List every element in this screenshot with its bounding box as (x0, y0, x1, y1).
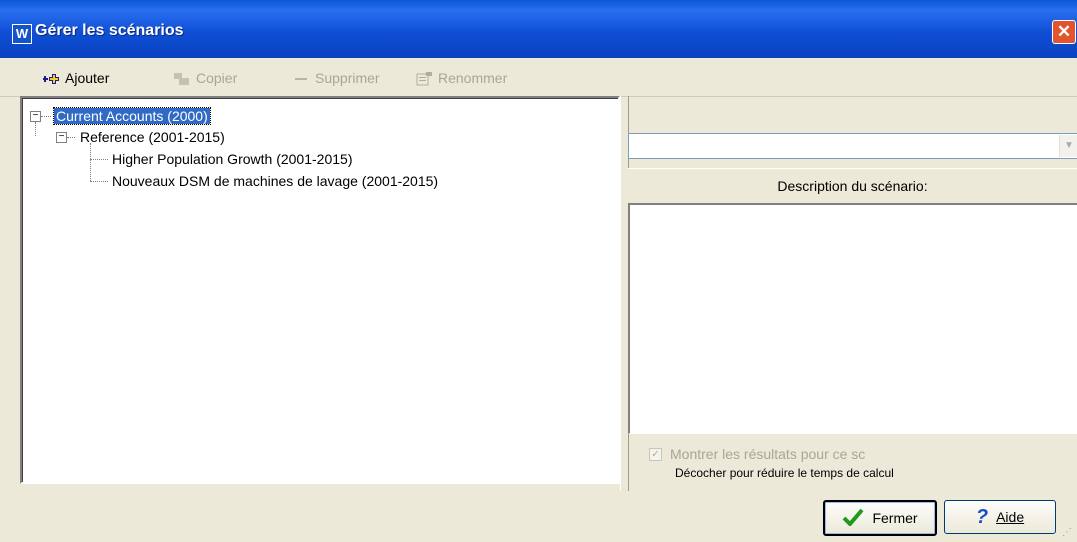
close-button-label: Fermer (872, 510, 918, 526)
window-title: Gérer les scénarios (35, 22, 184, 39)
description-textarea[interactable] (628, 203, 1077, 434)
help-button-label: Aide (996, 509, 1025, 525)
close-window-button[interactable]: ✕ (1052, 20, 1076, 44)
help-button[interactable]: ? Aide (944, 500, 1056, 534)
tree-item-label: Current Accounts (2000) (53, 107, 211, 125)
minus-icon (292, 71, 310, 85)
show-results-label: Montrer les résultats pour ce sc (670, 446, 866, 462)
collapse-reference-toggle[interactable]: − (56, 132, 67, 143)
tree-connector (35, 122, 36, 136)
scenario-select[interactable]: ▼ (628, 133, 1077, 159)
rename-button[interactable]: Renommer (415, 68, 507, 88)
rename-label: Renommer (438, 70, 508, 86)
close-button[interactable]: Fermer (823, 500, 937, 536)
collapse-root-toggle[interactable]: − (30, 111, 41, 122)
add-label: Ajouter (65, 70, 110, 86)
title-bar: W Gérer les scénarios ✕ (0, 0, 1077, 58)
scenario-tree[interactable]: − Current Accounts (2000) − Reference (2… (20, 96, 620, 484)
copy-label: Copier (196, 70, 238, 86)
calc-time-hint: Décocher pour réduire le temps de calcul (675, 466, 894, 480)
app-icon: W (12, 24, 32, 44)
add-icon (42, 71, 60, 85)
show-results-option[interactable]: ✓ Montrer les résultats pour ce sc (649, 446, 865, 462)
add-button[interactable]: Ajouter (42, 68, 109, 88)
copy-icon (173, 71, 191, 85)
tree-connector (90, 159, 108, 160)
tree-connector (90, 143, 91, 181)
tree-item-label: Nouveaux DSM de machines de lavage (2001… (112, 173, 439, 189)
question-icon: ? (975, 505, 989, 528)
delete-button[interactable]: Supprimer (292, 68, 380, 88)
toolbar: Ajouter Copier Supprimer Renommer (0, 58, 1077, 97)
tree-connector (90, 181, 108, 182)
resize-grip-icon[interactable]: ⋰ (1062, 527, 1072, 538)
tree-item-current-accounts[interactable]: Current Accounts (2000) (53, 106, 211, 126)
tree-item-dsm-washing-machines[interactable]: Nouveaux DSM de machines de lavage (2001… (112, 171, 438, 191)
chevron-down-icon[interactable]: ▼ (1059, 135, 1077, 157)
show-results-checkbox[interactable]: ✓ (649, 447, 662, 461)
tree-item-reference[interactable]: Reference (2001-2015) (80, 127, 225, 147)
tree-connector (41, 116, 51, 117)
delete-label: Supprimer (315, 70, 380, 86)
description-header: Description du scénario: (628, 168, 1077, 204)
tree-item-label: Reference (2001-2015) (80, 129, 225, 145)
tree-item-label: Higher Population Growth (2001-2015) (112, 151, 353, 167)
tree-item-higher-population[interactable]: Higher Population Growth (2001-2015) (112, 149, 352, 169)
checkmark-icon (842, 508, 864, 529)
copy-button[interactable]: Copier (173, 68, 237, 88)
tree-connector (67, 137, 75, 138)
rename-icon (415, 71, 433, 86)
